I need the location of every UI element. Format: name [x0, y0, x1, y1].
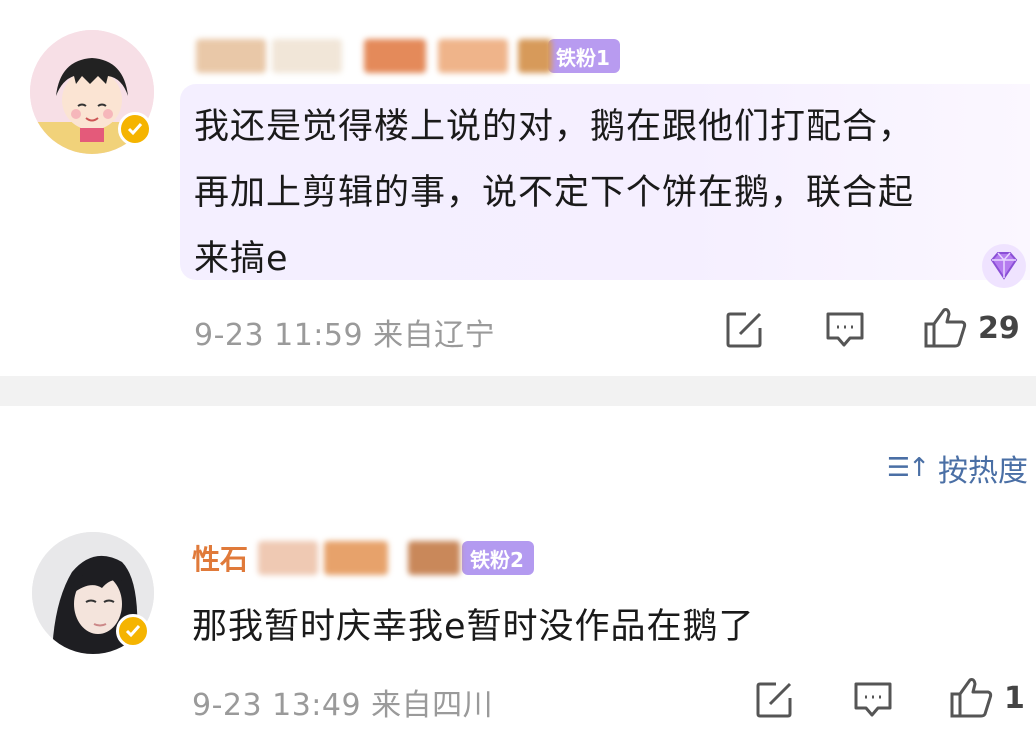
blurred-name-segment	[438, 39, 508, 73]
username-visible-part: 性石	[192, 543, 249, 576]
timestamp-location: 9-23 11:59 来自辽宁	[194, 318, 496, 353]
fan-badge: 铁粉2	[462, 541, 534, 575]
username[interactable]: 性石 铁粉2	[192, 536, 534, 580]
blurred-name-segment	[196, 39, 266, 73]
section-divider	[0, 376, 1036, 406]
reply-button[interactable]	[852, 680, 894, 720]
sort-label: 按热度	[938, 454, 1028, 489]
comment-line: 再加上剪辑的事，说不定下个饼在鹅，联合起	[194, 173, 915, 213]
comment-feed: 铁粉1 我还是觉得楼上说的对，鹅在跟他们打配合， 再加上剪辑的事，说不定下个饼在…	[0, 0, 1036, 732]
comment-line: 那我暂时庆幸我e暂时没作品在鹅了	[192, 607, 755, 647]
verified-icon	[116, 614, 150, 648]
diamond-gem-icon	[982, 244, 1026, 288]
like-count: 29	[978, 310, 1020, 346]
reply-button[interactable]	[824, 310, 866, 350]
badge-label: 铁粉2	[470, 547, 524, 572]
forward-button[interactable]	[724, 310, 764, 350]
fan-badge: 铁粉1	[548, 39, 620, 73]
blurred-name-segment	[324, 541, 389, 575]
edit-icon	[726, 312, 762, 348]
like-button[interactable]: 29	[922, 306, 1020, 350]
blurred-name-segment	[408, 541, 461, 575]
blurred-name-segment	[518, 39, 552, 73]
comment-line: 来搞e	[194, 239, 289, 279]
sort-by-hot-button[interactable]: ☰↑ 按热度	[887, 446, 1028, 490]
comment-text: 我还是觉得楼上说的对，鹅在跟他们打配合， 再加上剪辑的事，说不定下个饼在鹅，联合…	[194, 94, 914, 292]
comment-line: 我还是觉得楼上说的对，鹅在跟他们打配合，	[194, 107, 915, 147]
verified-icon	[118, 112, 152, 146]
comment-text: 那我暂时庆幸我e暂时没作品在鹅了	[192, 594, 755, 660]
edit-icon	[756, 682, 792, 718]
reply-icon	[854, 682, 892, 717]
timestamp-location: 9-23 13:49 来自四川	[192, 688, 494, 723]
blurred-name-segment	[364, 39, 426, 73]
blurred-name-segment	[258, 541, 319, 575]
like-count: 1	[1004, 680, 1025, 716]
reply-icon	[826, 312, 864, 347]
like-icon	[950, 678, 993, 718]
like-icon	[924, 308, 967, 348]
like-button[interactable]: 1	[948, 676, 1025, 720]
blurred-name-segment	[272, 39, 342, 73]
username[interactable]: 铁粉1	[196, 34, 620, 78]
badge-label: 铁粉1	[556, 45, 610, 70]
sort-lines-arrow-icon: ☰↑	[886, 453, 930, 483]
forward-button[interactable]	[754, 680, 794, 720]
